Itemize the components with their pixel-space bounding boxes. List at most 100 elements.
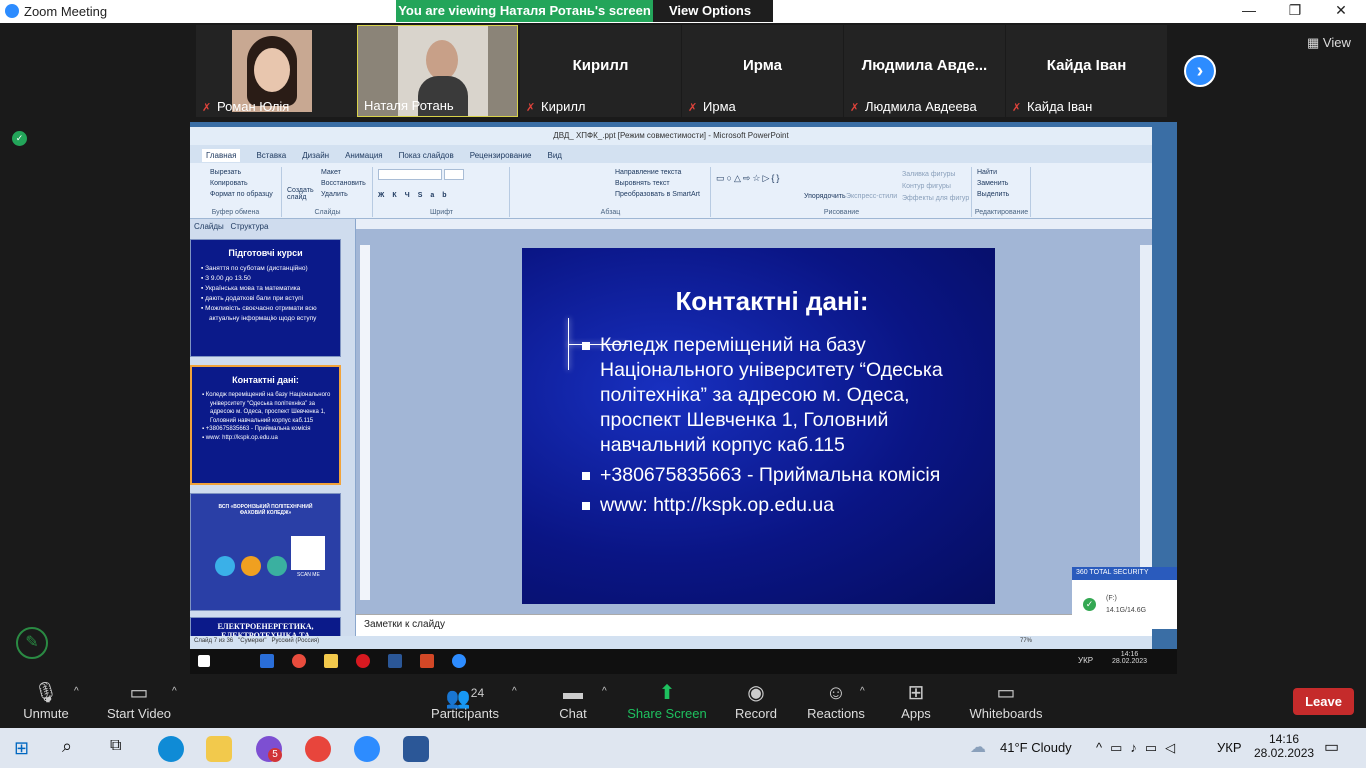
tab-view[interactable]: Вид <box>548 151 562 160</box>
paragraph-group: Направление текста Выровнять текст Преоб… <box>511 167 711 217</box>
folder-icon <box>324 654 338 668</box>
reactions-caret[interactable]: ^ <box>860 686 865 697</box>
security-popup: 360 TOTAL SECURITY ✓ (F:) 14.1G/14.6G <box>1072 567 1177 629</box>
tab-slides[interactable]: Слайды <box>194 222 224 231</box>
cut-button[interactable]: Вырезать <box>194 169 277 176</box>
whiteboard-icon: ▭ <box>996 682 1016 704</box>
windows-start-icon[interactable]: ⊞ <box>14 738 29 759</box>
align-text-button[interactable]: Выровнять текст <box>515 180 706 187</box>
layout-button[interactable]: Макет <box>287 169 368 176</box>
current-slide[interactable]: Контактні дані: Коледж переміщений на ба… <box>522 248 995 604</box>
task-view-icon[interactable]: ⧉ <box>110 737 121 755</box>
zoom-icon[interactable] <box>354 736 380 762</box>
leave-button[interactable]: Leave <box>1293 688 1354 715</box>
participants-button[interactable]: 👥24 Participants <box>426 680 504 726</box>
clock[interactable]: 14:16 28.02.2023 <box>1254 732 1314 760</box>
apps-button[interactable]: ⊞ Apps <box>896 680 936 726</box>
notes-field[interactable]: Заметки к слайду <box>356 614 1152 636</box>
chat-button[interactable]: ▬ Chat <box>550 680 596 726</box>
view-options-button[interactable]: View Options ⌄ <box>653 0 773 40</box>
participants-caret[interactable]: ^ <box>512 686 517 697</box>
tab-slideshow[interactable]: Показ слайдов <box>399 151 454 160</box>
font-style-buttons[interactable]: ЖКЧSab <box>378 192 505 199</box>
close-button[interactable]: ✕ <box>1326 2 1356 20</box>
whiteboards-button[interactable]: ▭ Whiteboards <box>968 680 1044 726</box>
search-icon[interactable]: ⌕ <box>62 736 72 757</box>
reactions-button[interactable]: ☺ Reactions <box>806 680 866 726</box>
slide-thumbnail-selected[interactable]: Контактні дані: Коледж переміщений на ба… <box>190 365 341 485</box>
shapes-gallery[interactable]: ▭○△⇨☆▷{} <box>716 173 781 184</box>
find-button[interactable]: Найти <box>977 169 1026 176</box>
thumb-bullet: +380675835663 - Приймальна комісія <box>206 425 333 434</box>
unmute-label: Unmute <box>23 706 69 721</box>
slide-thumbnail[interactable]: Підготовчі курси Заняття по суботам (дис… <box>190 239 341 357</box>
tab-insert[interactable]: Вставка <box>256 151 286 160</box>
slide-title: Контактні дані: <box>675 286 869 316</box>
video-tile[interactable]: Кайда Іван ✗ Кайда Іван <box>1006 25 1167 117</box>
window-title: Zoom Meeting <box>24 4 108 19</box>
sparkle-decoration <box>568 318 569 370</box>
notification-badge: 5 <box>268 748 282 762</box>
vertical-scrollbar[interactable] <box>1140 245 1152 615</box>
start-video-button[interactable]: ▭ Start Video <box>104 680 174 726</box>
zoom-level[interactable]: 77% <box>1020 638 1032 644</box>
edge-icon[interactable] <box>158 736 184 762</box>
video-tile-active-speaker[interactable]: Наталя Ротань <box>357 25 518 117</box>
weather-text[interactable]: 41°F Cloudy <box>1000 740 1072 755</box>
horizontal-ruler <box>356 219 1152 229</box>
quick-styles-button[interactable]: Экспресс-стили <box>846 193 897 200</box>
reset-button[interactable]: Восстановить <box>287 180 368 187</box>
shape-outline-button[interactable]: Контур фигуры <box>902 183 951 190</box>
file-explorer-icon[interactable] <box>206 736 232 762</box>
replace-button[interactable]: Заменить <box>977 180 1026 187</box>
unmute-button[interactable]: 🎙 Unmute <box>18 680 74 726</box>
notification-center-icon[interactable]: ▭ <box>1324 737 1339 757</box>
input-language[interactable]: УКР <box>1217 740 1242 755</box>
minimize-button[interactable]: — <box>1234 2 1264 20</box>
tab-animation[interactable]: Анимация <box>345 151 383 160</box>
select-button[interactable]: Выделить <box>977 191 1026 198</box>
next-page-button[interactable]: › <box>1184 55 1216 87</box>
video-tile[interactable]: ✗ Роман Юлія <box>196 25 357 117</box>
restore-button[interactable]: ❐ <box>1280 2 1310 20</box>
tab-design[interactable]: Дизайн <box>302 151 329 160</box>
view-button[interactable]: ▦ View <box>1307 35 1351 51</box>
text-direction-button[interactable]: Направление текста <box>515 169 706 176</box>
video-tile[interactable]: Кирилл ✗ Кирилл <box>520 25 681 117</box>
arrange-button[interactable]: Упорядочить <box>804 193 846 200</box>
share-screen-button[interactable]: ⬆ Share Screen <box>626 680 708 726</box>
font-size-input[interactable] <box>443 169 464 180</box>
tray-icons[interactable]: ^▭♪▭◁ <box>1096 740 1183 756</box>
video-tile[interactable]: Ирма ✗ Ирма <box>682 25 843 117</box>
opera-icon <box>356 654 370 668</box>
annotate-pen-icon[interactable]: ✎ <box>16 627 48 659</box>
time: 14:16 <box>1269 732 1300 746</box>
smartart-button[interactable]: Преобразовать в SmartArt <box>515 191 706 198</box>
video-options-caret[interactable]: ^ <box>172 686 177 697</box>
security-shield-icon[interactable]: ✓ <box>12 131 27 146</box>
chrome-icon[interactable] <box>305 736 331 762</box>
font-group: ЖКЧSab Шрифт <box>374 167 510 217</box>
video-tile[interactable]: Людмила Авде... ✗ Людмила Авдеева <box>844 25 1005 117</box>
thumb-bullets: Заняття по суботам (дистанційно) З 9.00 … <box>191 258 340 324</box>
ppt-title: ДВД_ ХПФК_.ppt [Режим совместимости] - M… <box>190 127 1152 145</box>
tab-review[interactable]: Рецензирование <box>470 151 532 160</box>
record-button[interactable]: ◉ Record <box>730 680 782 726</box>
view-label: View <box>1322 35 1351 50</box>
tab-home[interactable]: Главная <box>202 149 241 162</box>
shape-fill-button[interactable]: Заливка фигуры <box>902 171 955 178</box>
format-painter-button[interactable]: Формат по образцу <box>194 191 277 198</box>
video-off-icon: ▭ <box>129 682 149 704</box>
participant-big-name: Кирилл <box>572 57 629 74</box>
shape-effects-button[interactable]: Эффекты для фигур <box>902 195 969 202</box>
new-slide-button[interactable]: Создать слайд <box>287 187 314 201</box>
font-name-input[interactable] <box>378 169 442 180</box>
zoom-logo-icon <box>5 4 19 18</box>
audio-options-caret[interactable]: ^ <box>74 686 79 697</box>
tab-outline[interactable]: Структура <box>230 222 268 231</box>
chat-caret[interactable]: ^ <box>602 686 607 697</box>
thumb-bullet: Заняття по суботам (дистанційно) <box>205 264 334 274</box>
copy-button[interactable]: Копировать <box>194 180 277 187</box>
slide-thumbnail[interactable]: ВСП «ВОРОНІЗЬКИЙ ПОЛІТЕХНІЧНИЙ ФАХОВИЙ К… <box>190 493 341 611</box>
word-icon[interactable] <box>403 736 429 762</box>
